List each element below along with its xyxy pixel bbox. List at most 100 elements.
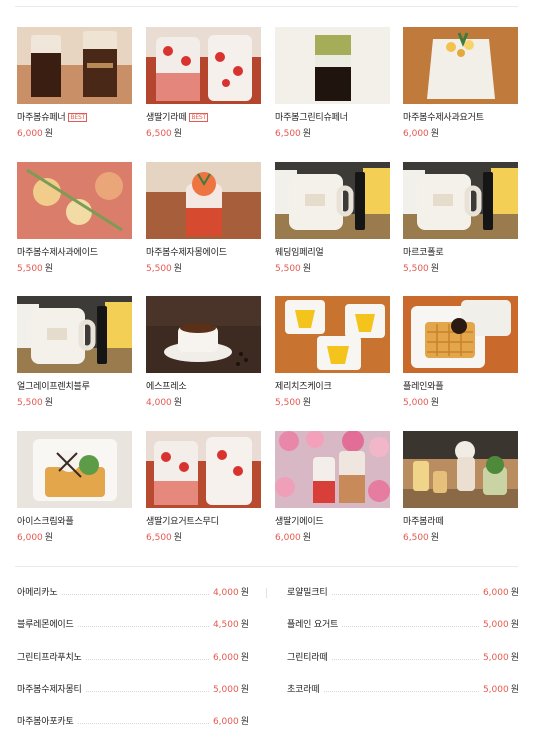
waffle-photo[interactable] [403,296,518,373]
menu-list-item[interactable]: 플레인 요거트 5,000 원 [287,615,519,635]
menu-price: 5,500 원 [403,263,439,275]
menu-name[interactable]: 제리치즈케이크 [275,381,390,393]
menu-page: 마주봄슈페너 BEST 6,000 원 생딸기라떼 BEST 6,500 원 마주봄그린티슈페너… [0,0,558,739]
menu-price: 6,500 원 [275,128,311,140]
menu-name-text: 마주봄수제자몽에이드 [146,248,227,258]
greentea-einspanner-photo[interactable] [275,27,390,104]
list-item-name: 마주봄아포카토 [17,716,78,728]
menu-card[interactable]: 마르코폴로 5,500 원 [403,162,518,280]
espresso-cup-photo[interactable] [146,296,261,373]
currency-unit: 원 [240,685,249,695]
menu-card[interactable]: 아이스크림와플 6,000 원 [17,431,132,549]
menu-name[interactable]: 마주봄슈페너 BEST [17,112,132,124]
menu-name[interactable]: 마주봄수제사과에이드 [17,247,132,259]
menu-list-item[interactable]: 마주봄수제자몽티 5,000 원 [17,680,249,700]
menu-name[interactable]: 에스프레소 [146,381,261,393]
menu-card[interactable]: 플레인와플 5,000 원 [403,296,518,414]
icecream-waffle-photo[interactable] [17,431,132,508]
apple-yogurt-photo[interactable] [403,27,518,104]
menu-name[interactable]: 얼그레이프렌치블루 [17,381,132,393]
menu-name[interactable]: 생딸기요거트스무디 [146,516,261,528]
price-value: 5,000 [212,685,239,695]
grapefruit-ade-photo[interactable] [146,162,261,239]
menu-name[interactable]: 마주봄수제사과요거트 [403,112,518,124]
currency-unit: 원 [510,685,519,695]
menu-price: 5,500 원 [17,397,53,409]
menu-name-text: 생딸기에이드 [275,517,324,527]
menu-list-item[interactable]: 마주봄아포카토 6,000 원 [17,712,249,732]
menu-price: 5,500 원 [17,263,53,275]
menu-list-item[interactable]: 초코라떼 5,000 원 [287,680,519,700]
currency-unit: 원 [240,620,249,630]
list-item-name: 블루레몬에이드 [17,619,78,631]
menu-grid: 마주봄슈페너 BEST 6,000 원 생딸기라떼 BEST 6,500 원 마주봄그린티슈페너… [17,27,519,547]
menu-card[interactable]: 마주봄수제자몽에이드 5,500 원 [146,162,261,280]
menu-list-item[interactable]: 그린티프라푸치노 6,000 원 [17,648,249,668]
menu-name[interactable]: 웨딩임페리얼 [275,247,390,259]
menu-card[interactable]: 생딸기요거트스무디 6,500 원 [146,431,261,549]
list-item-name: 플레인 요거트 [287,619,343,631]
menu-card[interactable]: 생딸기라떼 BEST 6,500 원 [146,27,261,145]
list-item-price: 4,000 원 [208,587,249,599]
menu-name[interactable]: 플레인와플 [403,381,518,393]
price-value: 6,500 [403,533,429,543]
menu-price: 5,500 원 [275,397,311,409]
menu-card[interactable]: 생딸기에이드 6,000 원 [275,431,390,549]
menu-name[interactable]: 마주봄수제자몽에이드 [146,247,261,259]
majubom-latte-photo[interactable] [403,431,518,508]
menu-name-text: 웨딩임페리얼 [275,248,324,258]
price-value: 5,000 [482,653,509,663]
currency-unit: 원 [302,264,312,274]
menu-card[interactable]: 마주봄수제사과요거트 6,000 원 [403,27,518,145]
price-value: 6,000 [275,533,301,543]
currency-unit: 원 [302,129,312,139]
currency-unit: 원 [44,264,54,274]
menu-name[interactable]: 마주봄라떼 [403,516,518,528]
currency-unit: 원 [173,129,183,139]
list-item-price: 5,000 원 [478,619,519,631]
tea-mug-photo[interactable] [275,162,390,239]
price-value: 5,500 [146,264,172,274]
price-value: 5,500 [17,398,43,408]
menu-name[interactable]: 아이스크림와플 [17,516,132,528]
currency-unit: 원 [44,129,54,139]
menu-name[interactable]: 마주봄그린티슈페너 [275,112,390,124]
menu-list-item[interactable]: 로얄밀크티 6,000 원 [287,583,519,603]
menu-name-text: 플레인와플 [403,382,444,392]
currency-unit: 원 [430,533,440,543]
menu-card[interactable]: 제리치즈케이크 5,500 원 [275,296,390,414]
price-value: 5,500 [403,264,429,274]
menu-card[interactable]: 마주봄라떼 6,500 원 [403,431,518,549]
strawberry-latte-photo[interactable] [146,27,261,104]
iced-coffee-cream-photo[interactable] [17,27,132,104]
menu-name[interactable]: 마르코폴로 [403,247,518,259]
section-divider [15,566,518,567]
menu-card[interactable]: 마주봄그린티슈페너 6,500 원 [275,27,390,145]
list-item-name: 그린티프라푸치노 [17,652,86,664]
menu-list-item[interactable]: 블루레몬에이드 4,500 원 [17,615,249,635]
tea-mug-photo[interactable] [403,162,518,239]
strawberry-ade-photo[interactable] [275,431,390,508]
price-value: 5,000 [482,620,509,630]
currency-unit: 원 [510,588,519,598]
price-value: 5,000 [482,685,509,695]
currency-unit: 원 [430,264,440,274]
cheesecake-photo[interactable] [275,296,390,373]
menu-name[interactable]: 생딸기라떼 BEST [146,112,261,124]
menu-card[interactable]: 마주봄슈페너 BEST 6,000 원 [17,27,132,145]
best-badge: BEST [189,113,208,122]
apple-ade-photo[interactable] [17,162,132,239]
best-badge: BEST [68,113,88,122]
menu-card[interactable]: 얼그레이프렌치블루 5,500 원 [17,296,132,414]
menu-name[interactable]: 생딸기에이드 [275,516,390,528]
menu-card[interactable]: 웨딩임페리얼 5,500 원 [275,162,390,280]
menu-list-item[interactable]: 아메리카노 4,000 원 [17,583,249,603]
menu-price: 6,000 원 [17,128,53,140]
list-item-price: 6,000 원 [208,716,249,728]
menu-card[interactable]: 마주봄수제사과에이드 5,500 원 [17,162,132,280]
currency-unit: 원 [430,398,440,408]
menu-list-item[interactable]: 그린티라떼 5,000 원 [287,648,519,668]
menu-card[interactable]: 에스프레소 4,000 원 [146,296,261,414]
tea-mug-photo[interactable] [17,296,132,373]
strawberry-smoothie-photo[interactable] [146,431,261,508]
